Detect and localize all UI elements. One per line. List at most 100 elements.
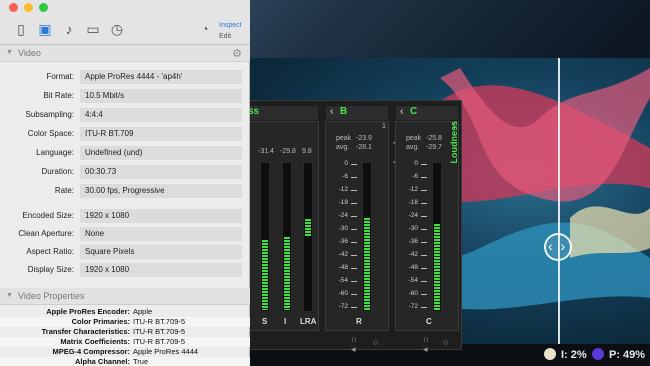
video-row: Display Size: 1920 x 1080 bbox=[0, 263, 250, 277]
channel-b-chevron-icon[interactable]: ‹ bbox=[330, 106, 333, 117]
row-value[interactable]: 4:4:4 bbox=[80, 108, 242, 122]
speaker-icon-2[interactable]: ◂ bbox=[423, 344, 428, 355]
toolbar: ▯ ▣ ♪ ▭ ◷ ◔ Inspect Edit bbox=[0, 14, 250, 45]
channel-c-fill bbox=[434, 224, 440, 310]
disclosure-triangle-icon[interactable]: ▼ bbox=[6, 49, 13, 56]
zoom-button[interactable] bbox=[39, 3, 48, 12]
video-properties-header[interactable]: ▼ Video Properties bbox=[0, 288, 250, 305]
radio-button-c[interactable]: ○ bbox=[443, 337, 448, 347]
short-term-label: S bbox=[262, 317, 268, 326]
scale-tick bbox=[351, 255, 357, 256]
headphones-icon[interactable]: ∩ bbox=[351, 334, 357, 344]
row-value[interactable]: 10.5 Mbit/s bbox=[80, 89, 242, 103]
scale-tick-label: -48 bbox=[338, 264, 348, 271]
split-divider[interactable] bbox=[558, 58, 560, 344]
channel-b: ‹ B 1 peak -23.9 avg. -28.1 0 -6 -12 -18 -24-… bbox=[325, 106, 389, 331]
minimize-button[interactable] bbox=[24, 3, 33, 12]
scale-tick-label: 0 bbox=[344, 160, 348, 167]
video-property-row: Alpha Channel: True bbox=[0, 357, 250, 366]
edit-label[interactable]: Edit bbox=[219, 33, 231, 40]
loudness-side-label-2: Loudness bbox=[449, 121, 459, 164]
integrated-label: I bbox=[284, 317, 287, 326]
scale-tick bbox=[351, 190, 357, 191]
row-label: Display Size: bbox=[27, 265, 74, 274]
scale-tick bbox=[421, 216, 427, 217]
short-term-bar bbox=[260, 162, 270, 312]
property-value: True bbox=[133, 357, 149, 366]
scale-tick bbox=[421, 294, 427, 295]
row-value[interactable]: 1920 x 1080 bbox=[80, 263, 242, 277]
document-icon[interactable]: ▯ bbox=[12, 20, 30, 38]
speaker-icon[interactable]: ◂ bbox=[351, 344, 356, 355]
channel-b-avg: -28.1 bbox=[356, 144, 372, 151]
scale-tick-label: -24 bbox=[338, 212, 348, 219]
integrated-bar bbox=[282, 162, 292, 312]
headphones-icon-2[interactable]: ∩ bbox=[423, 334, 429, 344]
lra-value: 9.8 bbox=[302, 148, 312, 155]
channel-b-bar bbox=[362, 162, 372, 312]
split-handle[interactable] bbox=[544, 233, 572, 261]
video-row: Format: Apple ProRes 4444 - 'ap4h' bbox=[0, 70, 250, 84]
video-properties-title: Video Properties bbox=[18, 291, 85, 301]
property-value: Apple bbox=[133, 307, 153, 316]
i-status-dot bbox=[544, 348, 556, 360]
video-property-row: Color Primaries: ITU-R BT.709-5 bbox=[0, 317, 250, 327]
row-label: Format: bbox=[46, 72, 74, 81]
video-section-header[interactable]: ▼ Video ⚙ bbox=[0, 45, 250, 62]
scale-tick bbox=[421, 190, 427, 191]
radio-button-b[interactable]: ○ bbox=[373, 337, 378, 347]
p-status-text: P: 49% bbox=[609, 349, 646, 361]
scale-tick-label: -18 bbox=[338, 199, 348, 206]
property-label: Alpha Channel: bbox=[74, 357, 130, 366]
row-value[interactable]: Undefined (und) bbox=[80, 146, 242, 160]
close-button[interactable] bbox=[9, 3, 18, 12]
subtitles-icon[interactable]: ▭ bbox=[84, 20, 102, 38]
row-value[interactable]: None bbox=[80, 227, 242, 241]
row-value[interactable]: 1920 x 1080 bbox=[80, 209, 242, 223]
scale-tick-label: -48 bbox=[408, 264, 418, 271]
property-label: Transfer Characteristics: bbox=[41, 327, 130, 336]
row-value[interactable]: 30.00 fps, Progressive bbox=[80, 184, 242, 198]
scale-tick bbox=[421, 164, 427, 165]
scale-tick bbox=[351, 307, 357, 308]
channel-c-header[interactable]: ‹ C bbox=[396, 106, 458, 120]
property-value: ITU-R BT.709-5 bbox=[133, 327, 186, 336]
video-row: Color Space: ITU-R BT.709 bbox=[0, 127, 250, 141]
scale-tick bbox=[351, 229, 357, 230]
scale-tick bbox=[351, 203, 357, 204]
scale-tick bbox=[351, 164, 357, 165]
row-value[interactable]: Apple ProRes 4444 - 'ap4h' bbox=[80, 70, 242, 84]
loudness-meter-window: ss -31.4 -29.8 9.8 S I LRA ‹ B 1 peak -23… bbox=[246, 100, 462, 354]
scale-tick bbox=[351, 281, 357, 282]
row-label: Aspect Ratio: bbox=[26, 247, 74, 256]
scale-tick bbox=[421, 281, 427, 282]
row-label: Clean Aperture: bbox=[18, 229, 74, 238]
channel-c-chevron-icon[interactable]: ‹ bbox=[400, 106, 403, 117]
scale-tick-label: -42 bbox=[408, 251, 418, 258]
row-label: Subsampling: bbox=[25, 110, 74, 119]
video-row: Rate: 30.00 fps, Progressive bbox=[0, 184, 250, 198]
disclosure-triangle-icon-2[interactable]: ▼ bbox=[6, 292, 13, 299]
gear-icon[interactable]: ⚙ bbox=[232, 47, 242, 60]
scale-tick-label: -72 bbox=[338, 303, 348, 310]
clock-icon[interactable]: ◷ bbox=[108, 20, 126, 38]
audio-icon[interactable]: ♪ bbox=[60, 20, 78, 38]
scale-tick-label: -54 bbox=[408, 277, 418, 284]
row-value[interactable]: Square Pixels bbox=[80, 245, 242, 259]
inspect-logo-icon[interactable]: ◔ bbox=[196, 20, 214, 38]
row-value[interactable]: ITU-R BT.709 bbox=[80, 127, 242, 141]
scale-tick-label: -18 bbox=[408, 199, 418, 206]
inspect-label[interactable]: Inspect bbox=[219, 22, 242, 29]
property-value: ITU-R BT.709-5 bbox=[133, 317, 186, 326]
row-value[interactable]: 00:30.73 bbox=[80, 165, 242, 179]
channel-b-fill bbox=[364, 218, 370, 310]
video-property-row: Apple ProRes Encoder: Apple bbox=[0, 307, 250, 317]
channel-b-header[interactable]: ‹ B bbox=[326, 106, 388, 120]
video-row: Encoded Size: 1920 x 1080 bbox=[0, 209, 250, 223]
video-icon[interactable]: ▣ bbox=[36, 20, 54, 38]
lra-fill bbox=[305, 219, 311, 237]
video-row: Duration: 00:30.73 bbox=[0, 165, 250, 179]
title-bar bbox=[0, 0, 250, 14]
channel-c-peak: -25.8 bbox=[426, 135, 442, 142]
video-row: Bit Rate: 10.5 Mbit/s bbox=[0, 89, 250, 103]
